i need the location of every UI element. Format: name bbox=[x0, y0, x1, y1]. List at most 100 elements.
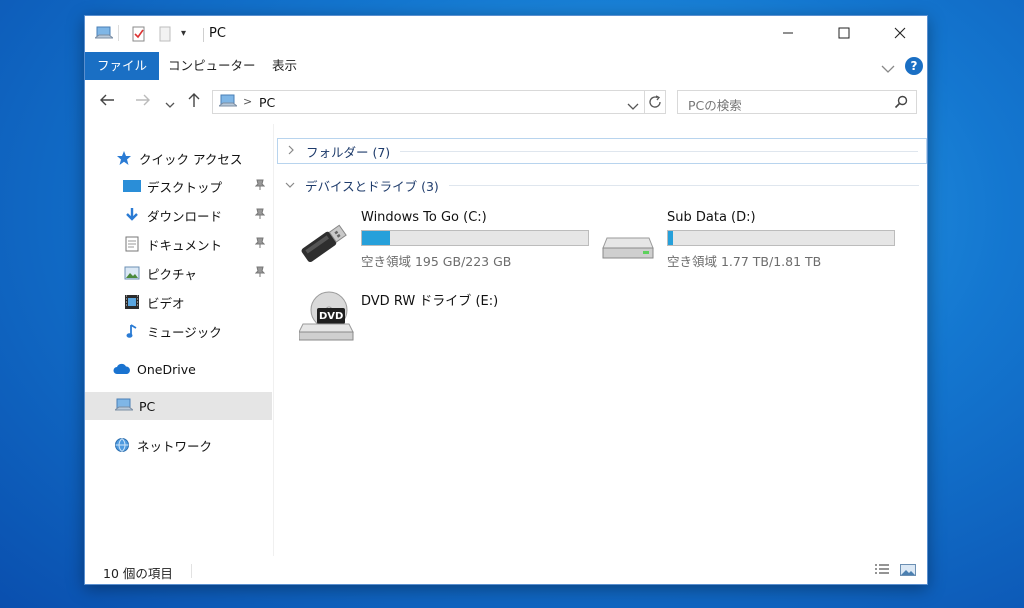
nav-label: OneDrive bbox=[137, 361, 196, 377]
ribbon-tabs: ファイル コンピューター 表示 ? bbox=[85, 52, 927, 83]
folders-group-header[interactable]: フォルダー (7) bbox=[277, 138, 927, 164]
drive-usage-fill bbox=[668, 231, 673, 245]
status-bar: 10 個の項目 bbox=[85, 556, 927, 584]
drive-usage-fill bbox=[362, 231, 391, 245]
back-button[interactable] bbox=[99, 92, 115, 112]
navigation-pane: クイック アクセス デスクトップ ダウンロード ドキュメント ピクチャ ビデオ … bbox=[85, 124, 274, 556]
title-divider bbox=[203, 28, 204, 42]
drive-item-d[interactable]: Sub Data (D:) 空き領域 1.77 TB/1.81 TB bbox=[601, 210, 901, 274]
address-bar[interactable]: > PC bbox=[212, 90, 666, 114]
documents-folder-icon bbox=[123, 235, 141, 253]
hard-drive-icon bbox=[601, 232, 655, 266]
minimize-icon bbox=[783, 32, 793, 34]
chevron-down-icon bbox=[283, 179, 297, 192]
nav-item-desktop[interactable]: デスクトップ bbox=[123, 172, 222, 200]
nav-item-videos[interactable]: ビデオ bbox=[123, 288, 185, 316]
large-icons-view-icon bbox=[900, 564, 916, 576]
large-icons-view-button[interactable] bbox=[899, 561, 917, 579]
nav-label: ドキュメント bbox=[147, 237, 223, 253]
nav-label: ネットワーク bbox=[137, 438, 213, 454]
minimize-button[interactable] bbox=[765, 16, 811, 50]
videos-folder-icon bbox=[123, 293, 141, 311]
properties-icon[interactable] bbox=[131, 26, 147, 46]
new-folder-icon[interactable] bbox=[158, 26, 172, 46]
qat-divider bbox=[118, 25, 119, 41]
nav-item-pictures[interactable]: ピクチャ bbox=[123, 259, 197, 287]
devices-group-header[interactable]: デバイスとドライブ (3) bbox=[277, 172, 927, 198]
pin-icon[interactable] bbox=[254, 237, 266, 252]
drive-free-space: 空き領域 195 GB/223 GB bbox=[361, 254, 512, 269]
dvd-badge: DVD bbox=[319, 311, 344, 322]
nav-label: ピクチャ bbox=[147, 266, 197, 282]
search-input[interactable]: PCの検索 bbox=[677, 90, 917, 114]
usb-drive-icon bbox=[295, 218, 351, 274]
refresh-icon bbox=[649, 95, 661, 108]
tab-view[interactable]: 表示 bbox=[261, 52, 308, 80]
pin-icon[interactable] bbox=[254, 266, 266, 281]
address-row: > PC PCの検索 bbox=[85, 82, 927, 124]
close-icon bbox=[894, 27, 906, 39]
nav-item-downloads[interactable]: ダウンロード bbox=[123, 201, 222, 229]
group-divider bbox=[400, 150, 918, 152]
drive-free-space: 空き領域 1.77 TB/1.81 TB bbox=[667, 254, 822, 269]
pc-icon bbox=[217, 94, 239, 114]
forward-button[interactable] bbox=[135, 92, 151, 112]
drive-name: DVD RW ドライブ (E:) bbox=[361, 294, 499, 309]
nav-label: デスクトップ bbox=[147, 179, 223, 195]
title-bar: ▾ PC bbox=[85, 16, 927, 52]
back-arrow-icon bbox=[100, 94, 114, 106]
nav-network[interactable]: ネットワーク bbox=[113, 431, 212, 459]
status-divider bbox=[191, 564, 192, 578]
details-view-icon bbox=[875, 564, 889, 574]
group-label: デバイスとドライブ (3) bbox=[305, 178, 439, 194]
tab-computer[interactable]: コンピューター bbox=[157, 52, 267, 80]
maximize-button[interactable] bbox=[821, 16, 867, 50]
nav-quick-access[interactable]: クイック アクセス bbox=[115, 144, 242, 172]
pin-icon[interactable] bbox=[254, 179, 266, 194]
drive-usage-bar bbox=[361, 230, 589, 246]
nav-label: ミュージック bbox=[147, 324, 222, 340]
refresh-button[interactable] bbox=[644, 90, 666, 114]
music-folder-icon bbox=[123, 322, 141, 340]
up-button[interactable] bbox=[187, 92, 201, 112]
explorer-window: ▾ PC ファイル コンピューター 表示 ? > PC PCの検索 クイック ア… bbox=[84, 15, 928, 585]
maximize-icon bbox=[838, 27, 850, 39]
customize-qat-icon[interactable]: ▾ bbox=[181, 28, 186, 39]
pc-icon bbox=[115, 397, 133, 415]
nav-pc[interactable]: PC bbox=[115, 392, 155, 420]
desktop-folder-icon bbox=[123, 177, 141, 195]
drive-item-c[interactable]: Windows To Go (C:) 空き領域 195 GB/223 GB bbox=[295, 210, 595, 274]
tab-file[interactable]: ファイル bbox=[85, 52, 160, 80]
drive-usage-bar bbox=[667, 230, 895, 246]
pictures-folder-icon bbox=[123, 264, 141, 282]
search-icon[interactable] bbox=[894, 95, 908, 112]
window-title: PC bbox=[209, 26, 226, 41]
close-button[interactable] bbox=[877, 16, 923, 50]
pin-icon[interactable] bbox=[254, 208, 266, 223]
details-view-button[interactable] bbox=[873, 561, 891, 579]
recent-locations-button[interactable] bbox=[165, 95, 175, 114]
forward-arrow-icon bbox=[136, 94, 150, 106]
star-icon bbox=[115, 149, 133, 167]
breadcrumb-pc[interactable]: PC bbox=[259, 95, 275, 110]
breadcrumb-separator[interactable]: > bbox=[243, 95, 252, 108]
drive-item-e[interactable]: DVD DVD RW ドライブ (E:) bbox=[295, 290, 595, 344]
download-folder-icon bbox=[123, 206, 141, 224]
help-icon[interactable]: ? bbox=[905, 57, 923, 75]
nav-item-documents[interactable]: ドキュメント bbox=[123, 230, 222, 258]
nav-label: ビデオ bbox=[147, 295, 185, 311]
chevron-right-icon bbox=[284, 145, 298, 158]
drive-name: Windows To Go (C:) bbox=[361, 210, 487, 225]
group-label: フォルダー (7) bbox=[306, 144, 391, 160]
nav-label: PC bbox=[139, 398, 156, 414]
item-count: 10 個の項目 bbox=[103, 566, 173, 581]
nav-selection-highlight bbox=[85, 392, 272, 420]
expand-ribbon-icon[interactable] bbox=[881, 59, 895, 78]
nav-item-music[interactable]: ミュージック bbox=[123, 317, 222, 345]
onedrive-cloud-icon bbox=[113, 360, 131, 378]
content-pane: フォルダー (7) デバイスとドライブ (3) Windows To Go (C… bbox=[275, 124, 927, 556]
chevron-down-icon bbox=[165, 102, 175, 108]
nav-label: ダウンロード bbox=[147, 208, 223, 224]
address-history-icon[interactable] bbox=[627, 97, 639, 116]
nav-onedrive[interactable]: OneDrive bbox=[113, 355, 196, 383]
